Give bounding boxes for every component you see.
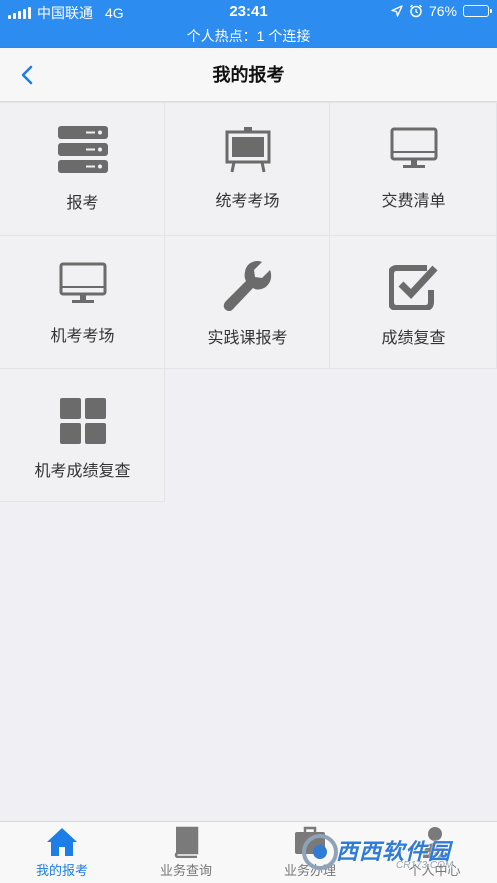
- menu-item-label: 机考考场: [50, 328, 115, 345]
- monitor-icon: [390, 127, 437, 168]
- tab-label: 业务查询: [159, 863, 212, 878]
- menu-item-label: 统考考场: [215, 193, 280, 210]
- page-title: 我的报考: [212, 65, 285, 85]
- menu-item-label: 成绩复查: [381, 330, 446, 347]
- menu-item-score-review[interactable]: 成绩复查: [330, 236, 497, 369]
- battery-percent: 76%: [428, 3, 457, 19]
- menu-item-label: 实践课报考: [207, 330, 288, 347]
- easel-board-icon: [225, 127, 270, 173]
- grid-squares-icon: [59, 398, 106, 444]
- menu-item-label: 交费清单: [381, 193, 446, 210]
- server-stack-icon: [57, 126, 108, 173]
- tab-business-query[interactable]: 业务查询: [124, 822, 248, 883]
- nav-bar: 我的报考: [0, 48, 497, 102]
- menu-item-label: 报考: [66, 195, 99, 212]
- tab-my-apply[interactable]: 我的报考: [0, 822, 124, 883]
- checkbox-checked-icon: [388, 265, 438, 310]
- watermark-logo: 西西软件园 CR173.COM: [300, 828, 490, 876]
- battery-icon: [463, 5, 492, 17]
- monitor-icon: [59, 262, 106, 303]
- book-icon: [174, 826, 199, 858]
- tab-label: 我的报考: [35, 863, 88, 878]
- menu-item-computer-exam-room[interactable]: 机考考场: [0, 236, 165, 369]
- menu-item-computer-score-review[interactable]: 机考成绩复查: [0, 369, 165, 502]
- home-icon: [47, 828, 77, 856]
- wrench-icon: [223, 261, 271, 312]
- menu-item-practice-course[interactable]: 实践课报考: [165, 236, 330, 369]
- status-bar: 中国联通 4G 23:41 76% 个人热点：1 个连接: [0, 0, 497, 48]
- menu-item-fee-list[interactable]: 交费清单: [330, 103, 497, 236]
- hotspot-banner[interactable]: 个人热点：1 个连接: [0, 26, 497, 46]
- location-arrow-icon: [391, 5, 403, 17]
- menu-item-apply[interactable]: 报考: [0, 103, 165, 236]
- menu-item-label: 机考成绩复查: [34, 463, 131, 480]
- menu-item-unified-exam-room[interactable]: 统考考场: [165, 103, 330, 236]
- watermark-subtext: CR173.COM: [396, 860, 454, 871]
- watermark-emblem-icon: [302, 834, 338, 870]
- alarm-clock-icon: [409, 4, 422, 18]
